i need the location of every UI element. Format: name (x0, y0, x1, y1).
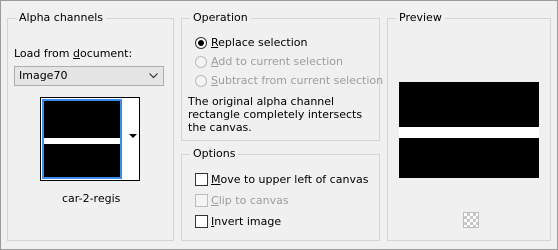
preview-image (399, 82, 539, 178)
radio-selected-dot (198, 40, 204, 46)
triangle-down-icon[interactable] (129, 134, 137, 138)
alpha-channel-name: car-2-regis (62, 192, 121, 205)
subtract-from-selection-label[interactable]: Subtract from current selection (211, 74, 383, 88)
clip-to-canvas-checkbox[interactable] (195, 194, 208, 207)
thumbnail-stripe (44, 138, 120, 144)
add-to-selection-label[interactable]: Add to current selection (211, 55, 343, 69)
invert-image-checkbox[interactable] (195, 215, 208, 228)
checkerboard-icon[interactable] (463, 212, 479, 228)
add-to-selection-radio[interactable] (195, 56, 207, 68)
load-from-document-label: Load from document: (14, 47, 133, 60)
alpha-channels-title: Alpha channels (16, 11, 107, 25)
invert-image-label[interactable]: Invert image (211, 215, 281, 229)
move-to-upper-left-checkbox[interactable] (195, 173, 208, 186)
clip-to-canvas-label[interactable]: Clip to canvas (211, 194, 289, 208)
subtract-from-selection-radio[interactable] (195, 75, 207, 87)
alpha-channel-thumbnail[interactable] (42, 99, 122, 179)
document-select[interactable]: Image70 (14, 66, 164, 86)
document-select-value: Image70 (19, 69, 68, 82)
alpha-channel-thumbnail-picker[interactable] (40, 97, 140, 181)
options-title: Options (190, 147, 239, 161)
preview-stripe (399, 127, 539, 138)
operation-title: Operation (190, 11, 251, 25)
chevron-down-icon (149, 73, 158, 79)
replace-selection-radio[interactable] (195, 37, 207, 49)
move-to-upper-left-label[interactable]: Move to upper left of canvas (211, 173, 368, 187)
replace-selection-label[interactable]: Replace selection (211, 36, 307, 50)
operation-description: The original alpha channel rectangle com… (188, 95, 363, 134)
preview-title: Preview (396, 11, 445, 25)
